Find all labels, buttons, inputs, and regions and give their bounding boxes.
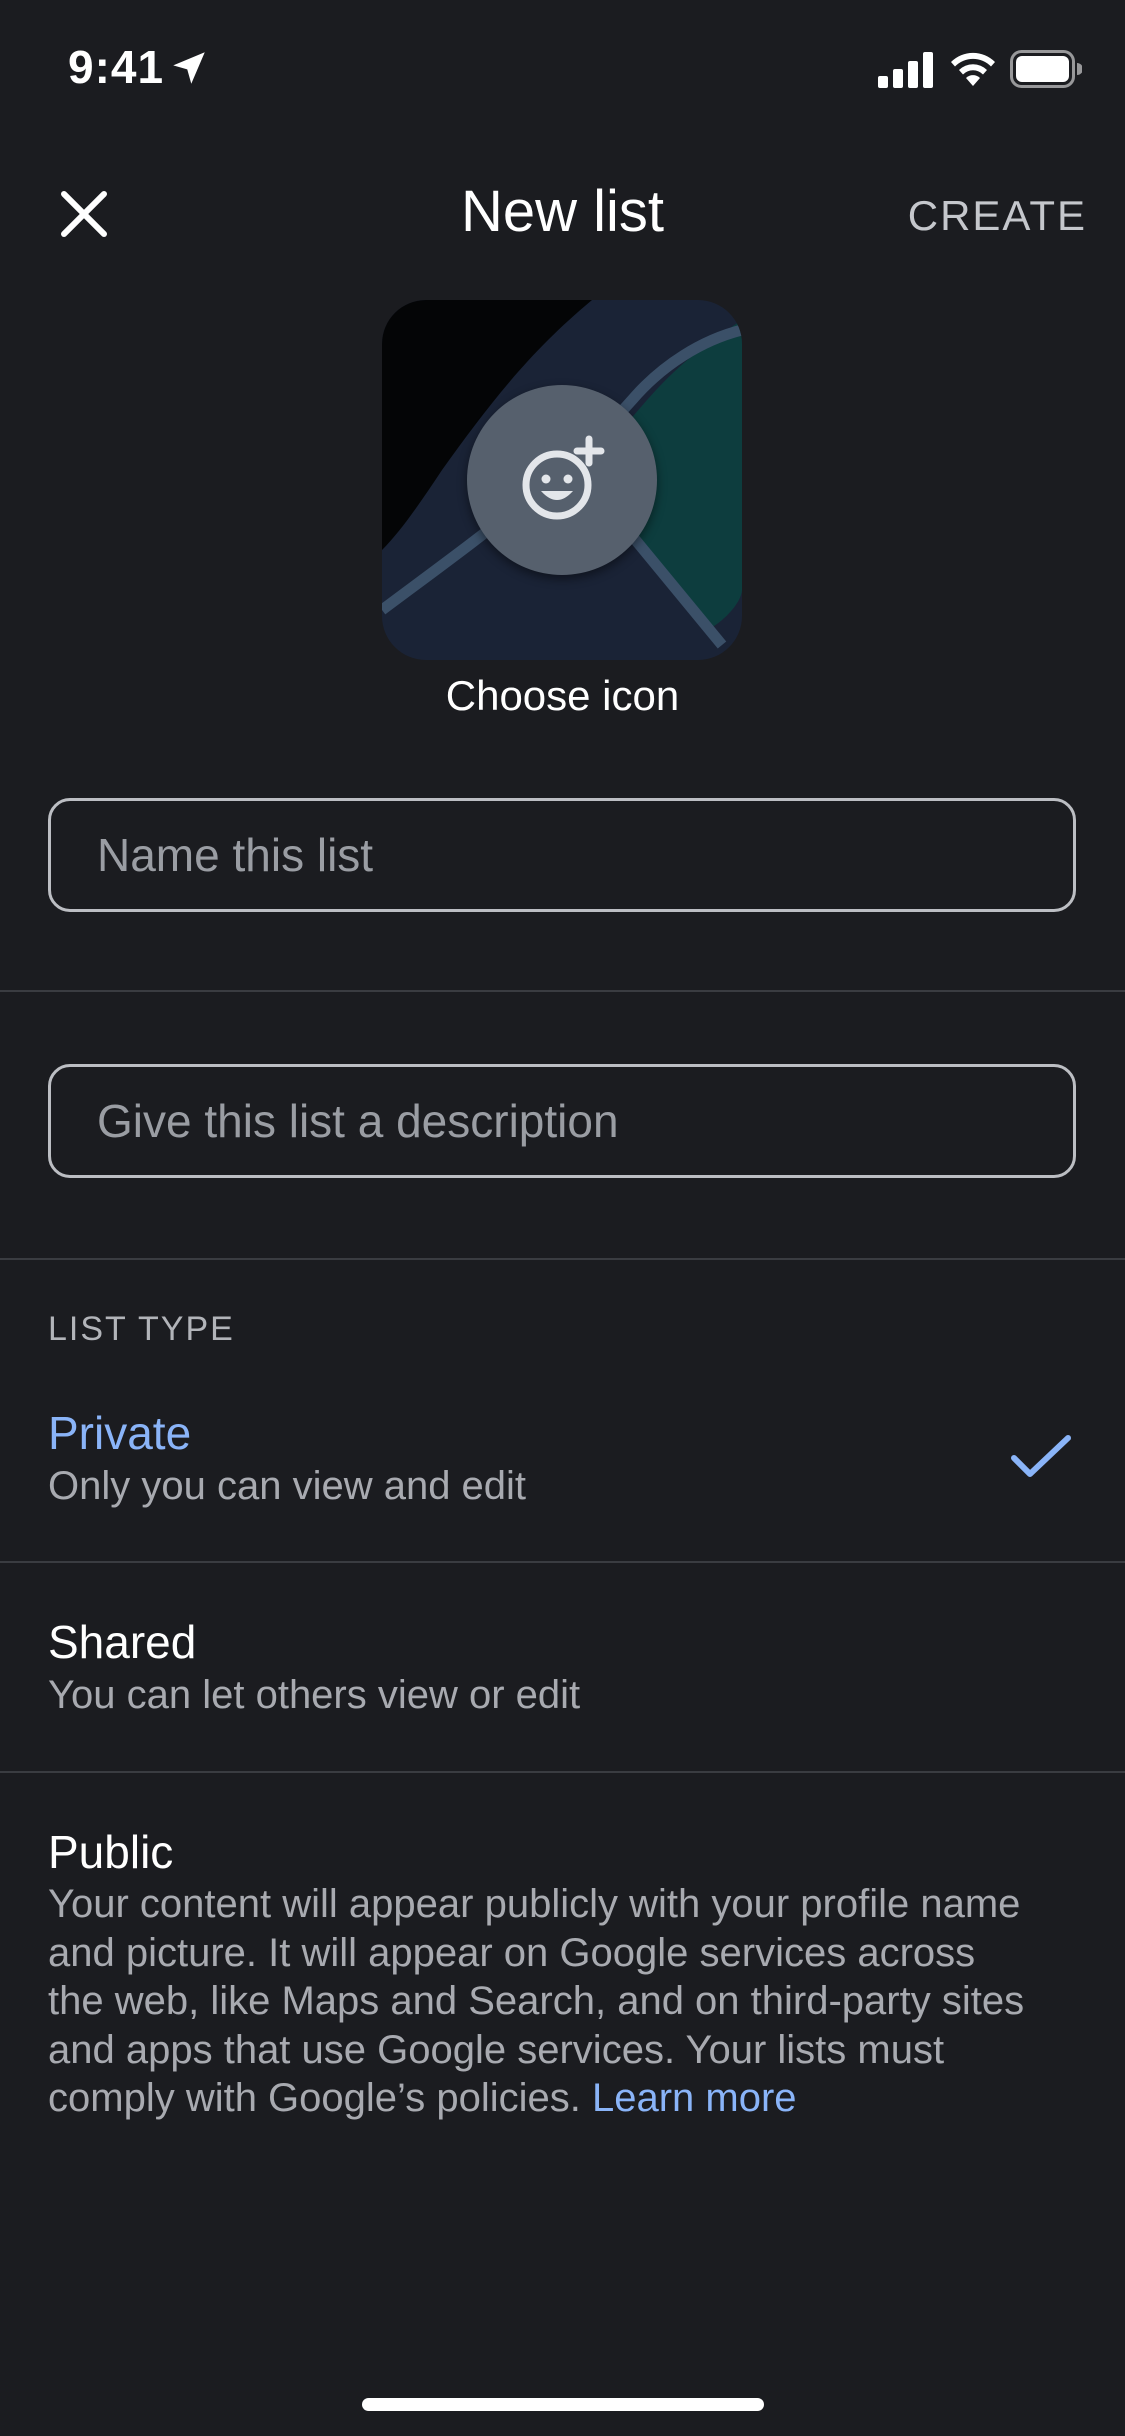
status-bar: 9:41 bbox=[0, 0, 1125, 140]
option-title: Private bbox=[48, 1407, 192, 1459]
create-button[interactable]: CREATE bbox=[908, 192, 1087, 240]
cellular-signal-icon bbox=[878, 52, 933, 88]
divider bbox=[0, 1258, 1125, 1260]
public-description: Your content will appear publicly with y… bbox=[48, 1880, 1038, 2123]
option-subtitle: Your content will appear publicly with y… bbox=[48, 1882, 1025, 2120]
list-type-option-shared[interactable]: Shared You can let others view or edit bbox=[0, 1563, 1125, 1771]
add-emoji-button[interactable] bbox=[467, 385, 657, 575]
option-subtitle: Only you can view and edit bbox=[48, 1464, 527, 1508]
list-name-input[interactable] bbox=[48, 798, 1076, 912]
close-icon[interactable] bbox=[52, 182, 116, 246]
choose-icon-label[interactable]: Choose icon bbox=[0, 672, 1125, 720]
option-title: Public bbox=[48, 1826, 174, 1878]
list-icon-picker[interactable] bbox=[382, 300, 742, 660]
add-emoji-icon bbox=[522, 435, 605, 520]
list-type-section-label: LIST TYPE bbox=[48, 1310, 235, 1348]
status-time: 9:41 bbox=[68, 41, 165, 93]
list-description-input[interactable] bbox=[48, 1064, 1076, 1178]
home-indicator[interactable] bbox=[362, 2398, 764, 2411]
wifi-icon bbox=[951, 52, 995, 86]
option-subtitle: You can let others view or edit bbox=[48, 1673, 581, 1717]
list-type-option-private[interactable]: Private Only you can view and edit bbox=[0, 1380, 1125, 1560]
location-arrow-icon bbox=[173, 52, 205, 84]
divider bbox=[0, 990, 1125, 992]
battery-icon bbox=[1010, 50, 1082, 88]
learn-more-link[interactable]: Learn more bbox=[592, 2076, 797, 2120]
check-icon bbox=[1011, 1435, 1071, 1477]
option-title: Shared bbox=[48, 1616, 197, 1668]
new-list-screen: 9:41 New list CREATE Choose icon Name th… bbox=[0, 0, 1125, 2436]
